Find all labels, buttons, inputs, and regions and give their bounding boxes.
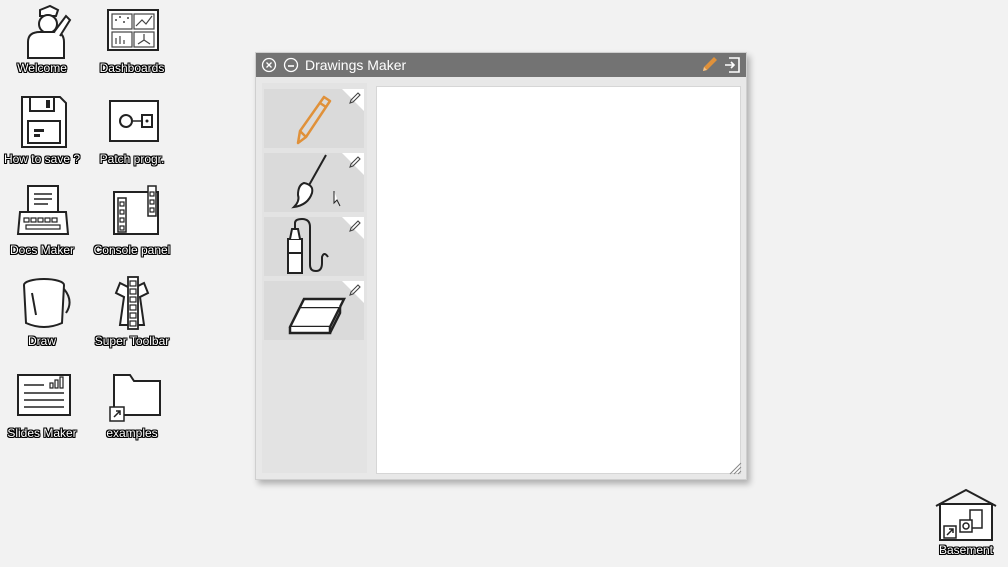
desktop-icon-how-to-save[interactable]: How to save ?	[0, 93, 84, 166]
desktop-icon-label: Slides Maker	[7, 426, 77, 440]
close-button[interactable]	[261, 57, 277, 73]
slides-icon	[17, 374, 71, 416]
desktop-icon-super-toolbar[interactable]: Super Toolbar	[90, 275, 174, 348]
desktop-icon-label: Super Toolbar	[94, 334, 170, 348]
desktop-icon-label: Console panel	[93, 243, 171, 257]
folder-shortcut-icon	[109, 374, 161, 422]
desktop-icon-label: Draw	[27, 334, 56, 348]
desktop-icon-label: Docs Maker	[9, 243, 74, 257]
exit-icon	[725, 57, 740, 73]
desktop-icon-basement[interactable]: Basement	[924, 484, 1008, 557]
dashboard-icon	[107, 9, 159, 51]
desktop-icon-examples[interactable]: examples	[90, 367, 174, 440]
desktop-icon-dashboards[interactable]: Dashboards	[90, 2, 174, 75]
toolbar-icon	[114, 276, 150, 330]
desktop-icon-patch-progr[interactable]: Patch progr.	[90, 93, 174, 166]
tool-eraser[interactable]	[264, 281, 364, 340]
floppy-disk-icon	[21, 96, 67, 148]
drawings-maker-window: Drawings Maker	[255, 52, 747, 480]
person-hat-icon	[27, 4, 72, 59]
tool-brush[interactable]	[264, 153, 364, 212]
console-panel-icon	[113, 185, 159, 235]
desktop-icon-label: Patch progr.	[99, 152, 165, 166]
desktop-icon-welcome[interactable]: Welcome	[0, 2, 84, 75]
paint-bucket-icon	[23, 278, 71, 328]
desktop-icon-slides-maker[interactable]: Slides Maker	[0, 367, 84, 440]
patch-icon	[109, 100, 159, 142]
desktop-icon-draw[interactable]: Draw	[0, 275, 84, 348]
desktop-icon-console-panel[interactable]: Console panel	[90, 184, 174, 257]
drawing-canvas[interactable]	[376, 86, 741, 474]
tools-panel	[262, 83, 367, 473]
tool-marker[interactable]	[264, 217, 364, 276]
desktop-icon-label: Welcome	[17, 61, 67, 75]
exit-button[interactable]	[723, 56, 741, 74]
window-titlebar[interactable]: Drawings Maker	[256, 53, 746, 77]
house-icon	[935, 488, 997, 541]
window-title: Drawings Maker	[305, 57, 407, 73]
edit-icon[interactable]	[348, 91, 362, 105]
close-icon	[261, 57, 277, 73]
desktop-icon-label: How to save ?	[3, 152, 81, 166]
edit-button[interactable]	[700, 56, 720, 74]
minimize-button[interactable]	[283, 57, 299, 73]
desktop-icon-label: examples	[106, 426, 158, 440]
tool-pencil[interactable]	[264, 89, 364, 148]
desktop-icon-docs-maker[interactable]: Docs Maker	[0, 184, 84, 257]
typewriter-icon	[16, 185, 70, 235]
desktop-icon-label: Dashboards	[99, 61, 165, 75]
edit-icon[interactable]	[348, 283, 362, 297]
edit-icon[interactable]	[348, 219, 362, 233]
pencil-edit-icon	[703, 57, 717, 71]
edit-icon[interactable]	[348, 155, 362, 169]
resize-handle-icon[interactable]	[728, 461, 742, 475]
desktop-icon-label: Basement	[938, 543, 994, 557]
minimize-icon	[283, 57, 299, 73]
